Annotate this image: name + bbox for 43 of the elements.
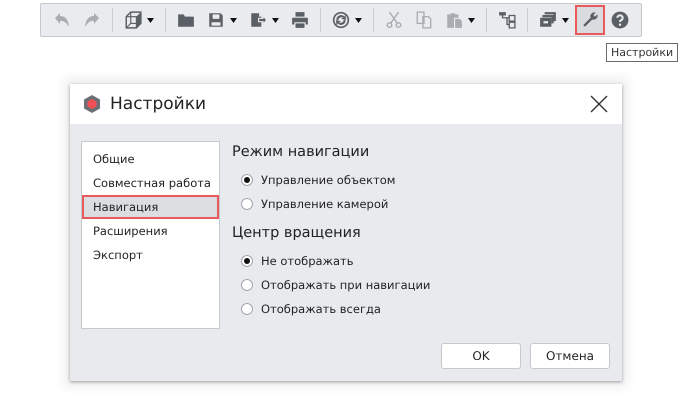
section-heading: Центр вращения <box>232 224 362 243</box>
printer-icon <box>291 11 309 29</box>
copy-icon <box>415 11 433 29</box>
radio-label: Управление камерой <box>261 197 388 211</box>
caret-icon <box>272 18 279 22</box>
tooltip: Настройки <box>606 43 678 62</box>
cube-icon <box>124 11 142 29</box>
radio-label: Отображать при навигации <box>261 278 430 292</box>
sidebar-item[interactable]: Совместная работа <box>82 171 219 195</box>
radio-label: Не отображать <box>261 254 354 268</box>
wrench-icon <box>581 11 599 29</box>
ok-button[interactable]: OK <box>441 343 521 369</box>
caret-icon <box>230 18 237 22</box>
radio-button[interactable] <box>241 174 253 186</box>
rotate-icon <box>332 11 350 29</box>
help-icon <box>611 11 629 29</box>
sidebar-item[interactable]: Общие <box>82 147 219 171</box>
hierarchy-icon <box>498 11 516 29</box>
sidebar-item[interactable]: Экспорт <box>82 243 219 267</box>
scissors-icon <box>385 11 403 29</box>
radio-button[interactable] <box>241 303 253 315</box>
caret-icon <box>562 18 569 22</box>
close-icon[interactable] <box>590 95 608 113</box>
sidebar-item[interactable]: Расширения <box>82 219 219 243</box>
cancel-button[interactable]: Отмена <box>530 343 610 369</box>
caret-icon <box>468 18 475 22</box>
radio-button[interactable] <box>241 255 253 267</box>
caret-icon <box>147 18 154 22</box>
sidebar-item[interactable]: Навигация <box>82 195 219 219</box>
radio-label: Отображать всегда <box>261 302 381 316</box>
radio-button[interactable] <box>241 279 253 291</box>
toolbar-button[interactable] <box>575 5 605 35</box>
undo-icon <box>54 13 70 27</box>
radio-label: Управление объектом <box>261 173 396 187</box>
app-logo-icon <box>82 94 102 114</box>
redo-icon <box>84 13 100 27</box>
export-icon <box>249 11 267 29</box>
section-heading: Режим навигации <box>232 143 370 162</box>
windows-icon <box>539 11 557 29</box>
radio-button[interactable] <box>241 198 253 210</box>
clipboard-icon <box>445 11 463 29</box>
dialog-title: Настройки <box>110 94 208 114</box>
caret-icon <box>355 18 362 22</box>
